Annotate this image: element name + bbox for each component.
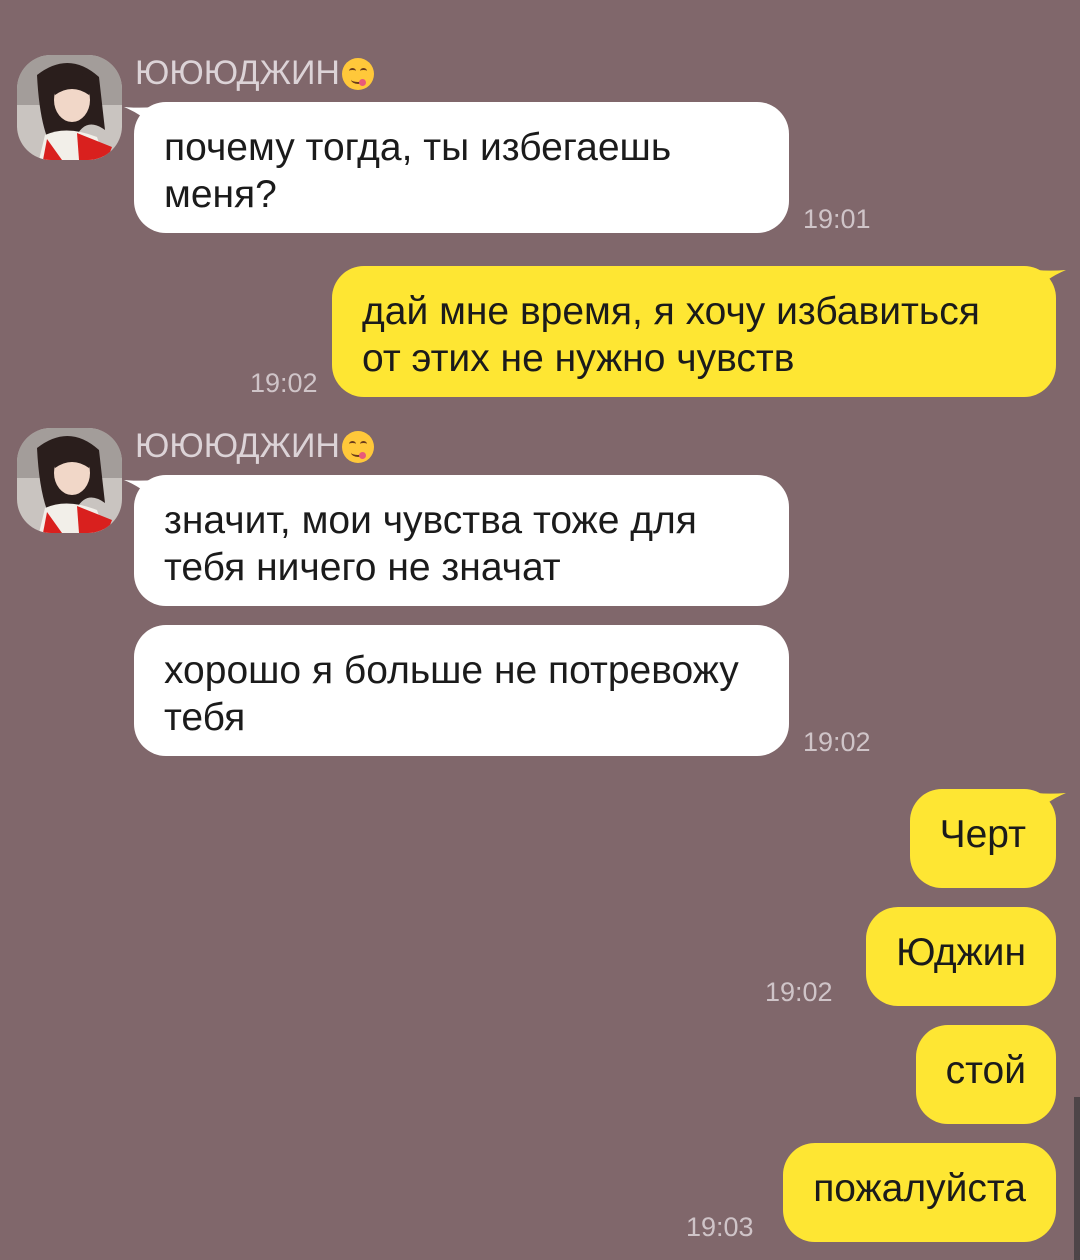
yum-face-icon (341, 58, 374, 90)
scrollbar[interactable] (1074, 1097, 1080, 1260)
message-text: стой (945, 1049, 1026, 1092)
sender-name: ЮЮЮДЖИН (135, 53, 374, 93)
message-timestamp: 19:03 (686, 1212, 754, 1242)
chat-screen: ЮЮЮДЖИН почему тогда, ты избегаешь меня?… (0, 0, 1080, 1260)
outgoing-message[interactable]: Юджин (866, 907, 1056, 1006)
bubble-tail-icon (1026, 791, 1066, 821)
outgoing-message[interactable]: пожалуйста (783, 1143, 1056, 1242)
sender-name-text: ЮЮЮДЖИН (135, 427, 340, 465)
message-text: Черт (939, 813, 1026, 856)
message-text: дай мне время, я хочу избавиться от этих… (362, 290, 980, 380)
bubble-tail-icon (1026, 268, 1066, 298)
outgoing-message[interactable]: дай мне время, я хочу избавиться от этих… (332, 266, 1056, 397)
message-timestamp: 19:02 (765, 977, 833, 1007)
contact-avatar[interactable] (17, 428, 122, 533)
incoming-message[interactable]: почему тогда, ты избегаешь меня? (134, 102, 789, 233)
contact-avatar[interactable] (17, 55, 122, 160)
yum-face-icon (341, 431, 374, 463)
message-text: Юджин (896, 931, 1026, 974)
sender-name-text: ЮЮЮДЖИН (135, 54, 340, 92)
message-text: хорошо я больше не потревожу тебя (164, 649, 739, 739)
outgoing-message[interactable]: стой (915, 1025, 1056, 1124)
message-timestamp: 19:02 (803, 727, 871, 757)
message-text: пожалуйста (813, 1167, 1026, 1210)
message-timestamp: 19:02 (250, 368, 318, 398)
sender-name: ЮЮЮДЖИН (135, 426, 374, 466)
incoming-message[interactable]: хорошо я больше не потревожу тебя (134, 625, 789, 756)
message-text: значит, мои чувства тоже для тебя ничего… (164, 499, 697, 589)
message-timestamp: 19:01 (803, 204, 871, 234)
message-text: почему тогда, ты избегаешь меня? (164, 126, 672, 216)
incoming-message[interactable]: значит, мои чувства тоже для тебя ничего… (134, 475, 789, 606)
